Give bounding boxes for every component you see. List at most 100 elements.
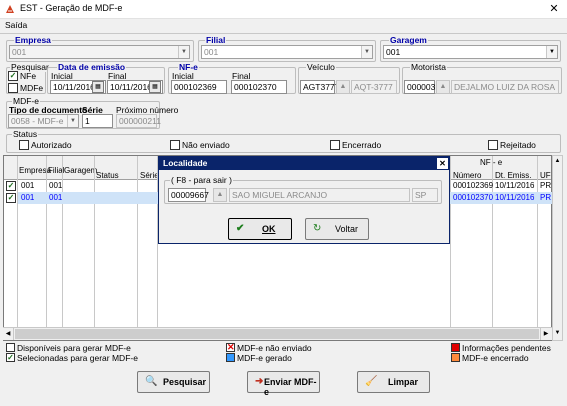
scroll-left-icon[interactable]: ◀	[3, 328, 14, 340]
status-nao-enviado-checkbox[interactable]	[170, 140, 180, 150]
col-status[interactable]: Status	[96, 171, 119, 180]
mdfe-label: MDFe	[20, 83, 44, 93]
serie-value: 1	[85, 116, 90, 126]
proximo-numero-field: 000000211	[116, 114, 161, 128]
voltar-button[interactable]: ↻ Voltar	[305, 218, 369, 240]
legend-encerrado: MDF-e encerrado	[462, 353, 529, 363]
legend-gerado-swatch	[226, 353, 235, 362]
status-rejeitado-label: Rejeitado	[500, 140, 536, 150]
tipo-documento-select[interactable]: 0058 - MDF-e ▼	[8, 114, 79, 128]
status-autorizado-label: Autorizado	[31, 140, 72, 150]
status-nao-enviado-label: Não enviado	[182, 140, 230, 150]
status-group	[6, 134, 561, 153]
legend-encerrado-swatch	[451, 353, 460, 362]
horizontal-scrollbar[interactable]: ◀ ▶	[3, 327, 552, 340]
garagem-value: 001	[386, 47, 401, 57]
garagem-label: Garagem	[389, 35, 428, 45]
nfe-checkbox[interactable]: ✓	[8, 71, 18, 81]
window-title: EST - Geração de MDF-e	[20, 3, 123, 13]
enviar-mdfe-button[interactable]: ➜ Enviar MDF-e	[247, 371, 320, 397]
data-final-field[interactable]: 10/11/2016 ▦	[107, 80, 163, 94]
col-garagem[interactable]: Garagem	[64, 166, 97, 175]
close-icon[interactable]: ✕	[546, 2, 562, 16]
proximo-numero-value: 000000211	[119, 116, 161, 126]
row-checkbox[interactable]: ✓	[6, 181, 16, 191]
menu-saida[interactable]: Saída	[5, 20, 27, 30]
status-rejeitado-checkbox[interactable]	[488, 140, 498, 150]
veiculo-desc: AQT-3777	[354, 82, 393, 92]
veiculo-code: AGT3777	[303, 82, 340, 92]
row-dt: 10/11/2016	[495, 181, 535, 190]
row-numero: 000102370	[453, 193, 494, 202]
motorista-name: DEJALMO LUIZ DA ROSA	[454, 82, 556, 92]
data-final-value: 10/11/2016	[110, 82, 152, 92]
row-empresa: 001	[21, 193, 35, 202]
chevron-down-icon: ▼	[67, 115, 78, 127]
row-filial: 001	[49, 193, 63, 202]
row-empresa: 001	[21, 181, 35, 190]
motorista-code-field[interactable]: 000003	[404, 80, 435, 94]
nfe-inicial-field[interactable]: 000102369	[171, 80, 227, 94]
row-checkbox[interactable]: ✓	[6, 193, 16, 203]
dialog-title: Localidade	[163, 158, 208, 168]
row-uf: PR	[540, 181, 552, 190]
legend-selecionadas: Selecionadas para gerar MDF-e	[17, 353, 138, 363]
status-autorizado-checkbox[interactable]	[19, 140, 29, 150]
nfe-label: NFe	[20, 71, 37, 81]
empresa-select[interactable]: 001 ▼	[9, 45, 190, 59]
row-filial: 001	[49, 181, 63, 190]
status-encerrado-checkbox[interactable]	[330, 140, 340, 150]
row-dt: 10/11/2016	[495, 193, 535, 202]
filial-label: Filial	[205, 35, 227, 45]
nfe-inicial-value: 000102369	[174, 82, 217, 92]
scroll-down-icon[interactable]: ▼	[553, 328, 562, 339]
scroll-thumb[interactable]	[15, 329, 539, 339]
localidade-dialog: Localidade ✕ ( F8 - para sair ) 00009667…	[158, 156, 450, 244]
filial-select[interactable]: 001 ▼	[201, 45, 373, 59]
col-numero[interactable]: Número	[453, 171, 481, 180]
tipo-documento-value: 0058 - MDF-e	[11, 116, 64, 126]
scroll-right-icon[interactable]: ▶	[540, 328, 551, 340]
mdfe-checkbox[interactable]	[8, 83, 18, 93]
legend-pendentes: Informações pendentes	[462, 343, 551, 353]
chevron-down-icon: ▼	[361, 46, 372, 58]
ok-button[interactable]: ✔ OK	[228, 218, 292, 240]
limpar-button-label: Limpar	[388, 377, 419, 387]
veiculo-label: Veículo	[306, 62, 336, 72]
lookup-icon[interactable]: ▲	[213, 188, 227, 202]
status-encerrado-label: Encerrado	[342, 140, 382, 150]
vertical-scrollbar[interactable]: ▲ ▼	[552, 155, 563, 341]
localidade-uf: SP	[415, 190, 427, 200]
calendar-icon[interactable]: ▦	[92, 81, 104, 93]
col-uf[interactable]: UF	[540, 171, 551, 180]
nfe-final-field[interactable]: 000102370	[231, 80, 287, 94]
lookup-icon[interactable]: ▲	[436, 80, 450, 94]
dialog-group-label: ( F8 - para sair )	[170, 175, 233, 185]
localidade-code-field[interactable]: 00009667	[168, 188, 209, 202]
enviar-mdfe-button-label: Enviar MDF-e	[264, 377, 317, 397]
lookup-icon[interactable]: ▲	[336, 80, 350, 94]
veiculo-code-field[interactable]: AGT3777	[300, 80, 339, 94]
col-dt-emiss[interactable]: Dt. Emiss.	[495, 171, 531, 180]
pesquisar-button[interactable]: 🔍 Pesquisar	[137, 371, 210, 393]
localidade-uf-field: SP	[412, 188, 438, 202]
chevron-down-icon: ▼	[546, 46, 557, 58]
serie-field[interactable]: 1	[82, 114, 113, 128]
col-serie[interactable]: Série	[140, 171, 159, 180]
filial-value: 001	[204, 47, 219, 57]
empresa-label: Empresa	[14, 35, 52, 45]
empresa-value: 001	[12, 47, 27, 57]
limpar-button[interactable]: 🧹 Limpar	[357, 371, 430, 393]
garagem-select[interactable]: 001 ▼	[383, 45, 558, 59]
scroll-up-icon[interactable]: ▲	[553, 156, 562, 167]
status-label: Status	[12, 129, 39, 139]
legend-gerado: MDF-e gerado	[237, 353, 292, 363]
motorista-name-field: DEJALMO LUIZ DA ROSA	[451, 80, 559, 94]
motorista-label: Motorista	[410, 62, 447, 72]
localidade-city-field: SAO MIGUEL ARCANJO	[229, 188, 410, 202]
data-inicial-field[interactable]: 10/11/2016 ▦	[50, 80, 106, 94]
calendar-icon[interactable]: ▦	[149, 81, 161, 93]
close-icon[interactable]: ✕	[437, 158, 448, 169]
nfe-final-value: 000102370	[234, 82, 277, 92]
app-icon	[6, 5, 14, 13]
